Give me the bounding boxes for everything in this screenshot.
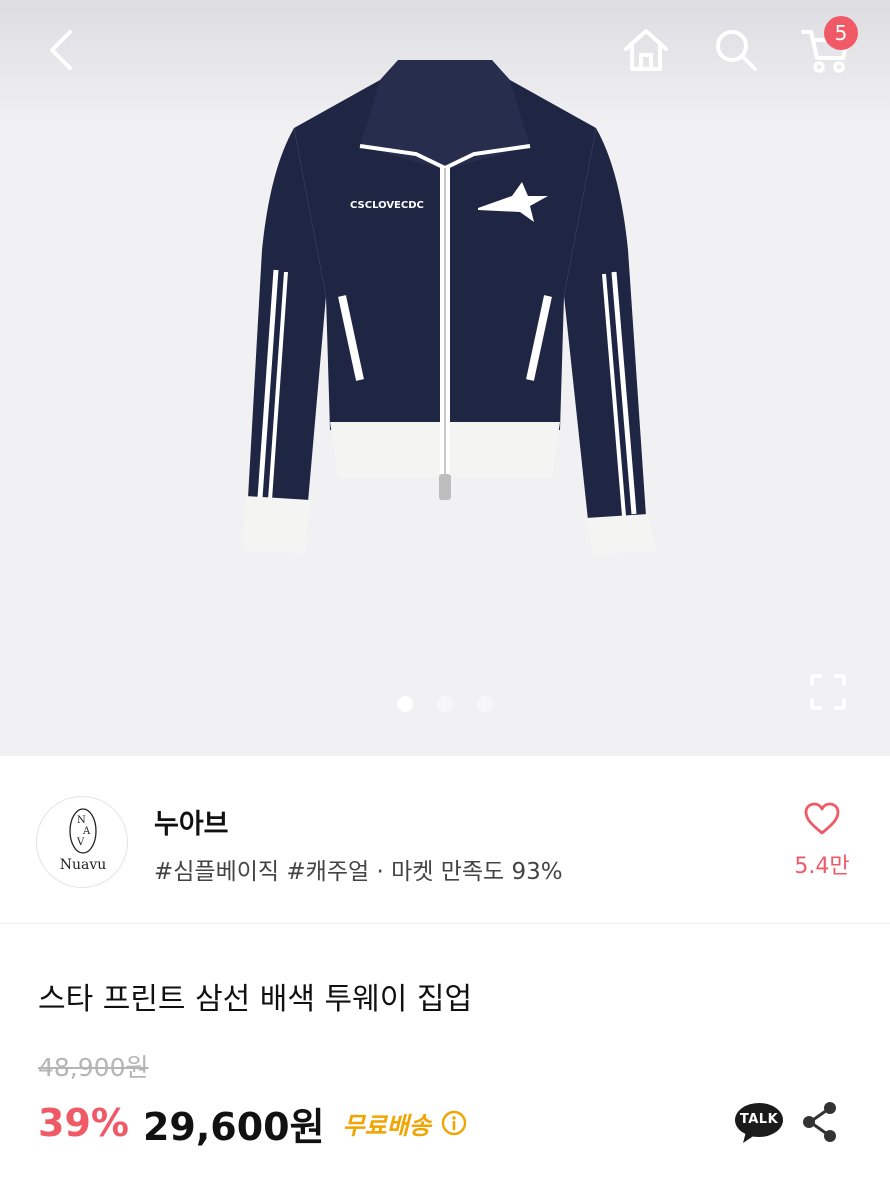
back-button[interactable] [34,22,90,78]
product-image: CSCLOVECDC [242,60,656,556]
carousel-dot[interactable] [477,696,493,712]
cart-count-badge: 5 [824,16,858,50]
svg-text:Nuavu: Nuavu [60,857,107,873]
original-price: 48,900원 [38,1053,149,1082]
share-button[interactable] [800,1100,840,1144]
kakao-talk-button[interactable]: TALK [734,1102,784,1144]
like-count: 5.4만 [794,854,850,879]
svg-text:N: N [77,815,86,826]
discount-rate: 39% [38,1101,129,1145]
chest-print-text: CSCLOVECDC [350,200,424,211]
search-button[interactable] [708,22,764,78]
shop-info: N A V Nuavu 누아브 #심플베이직 #캐주얼 · 마켓 만족도 93%… [0,756,890,924]
search-icon [716,30,757,71]
home-icon [624,29,668,71]
nuavu-logo: N A V Nuavu [60,808,107,873]
expand-icon [810,674,846,710]
carousel-dot[interactable] [437,696,453,712]
cart-button[interactable]: 5 [798,16,858,78]
sale-price: 29,600원 [142,1104,325,1149]
like-button[interactable]: 5.4만 [786,802,858,882]
carousel-dot[interactable] [397,696,413,712]
fullscreen-button[interactable] [808,672,848,712]
shop-logo[interactable]: N A V Nuavu [36,796,128,888]
free-shipping-label: 무료배송 [342,1111,431,1140]
chevron-left-icon [50,30,72,70]
product-title: 스타 프린트 삼선 배색 투웨이 집업 [38,982,473,1017]
price-row: 39% 29,600원 무료배송 [38,1096,467,1150]
svg-text:A: A [82,826,91,837]
shop-name[interactable]: 누아브 [154,802,229,841]
info-icon[interactable] [441,1110,467,1136]
heart-icon [804,802,840,835]
svg-text:V: V [76,837,85,848]
carousel-indicator [397,696,493,712]
product-image-carousel[interactable]: CSCLOVECDC 5 [0,0,890,756]
home-button[interactable] [618,22,674,78]
talk-label: TALK [739,1112,779,1127]
share-icon [803,1102,836,1142]
shop-tags: #심플베이직 #캐주얼 · 마켓 만족도 93% [154,859,563,885]
